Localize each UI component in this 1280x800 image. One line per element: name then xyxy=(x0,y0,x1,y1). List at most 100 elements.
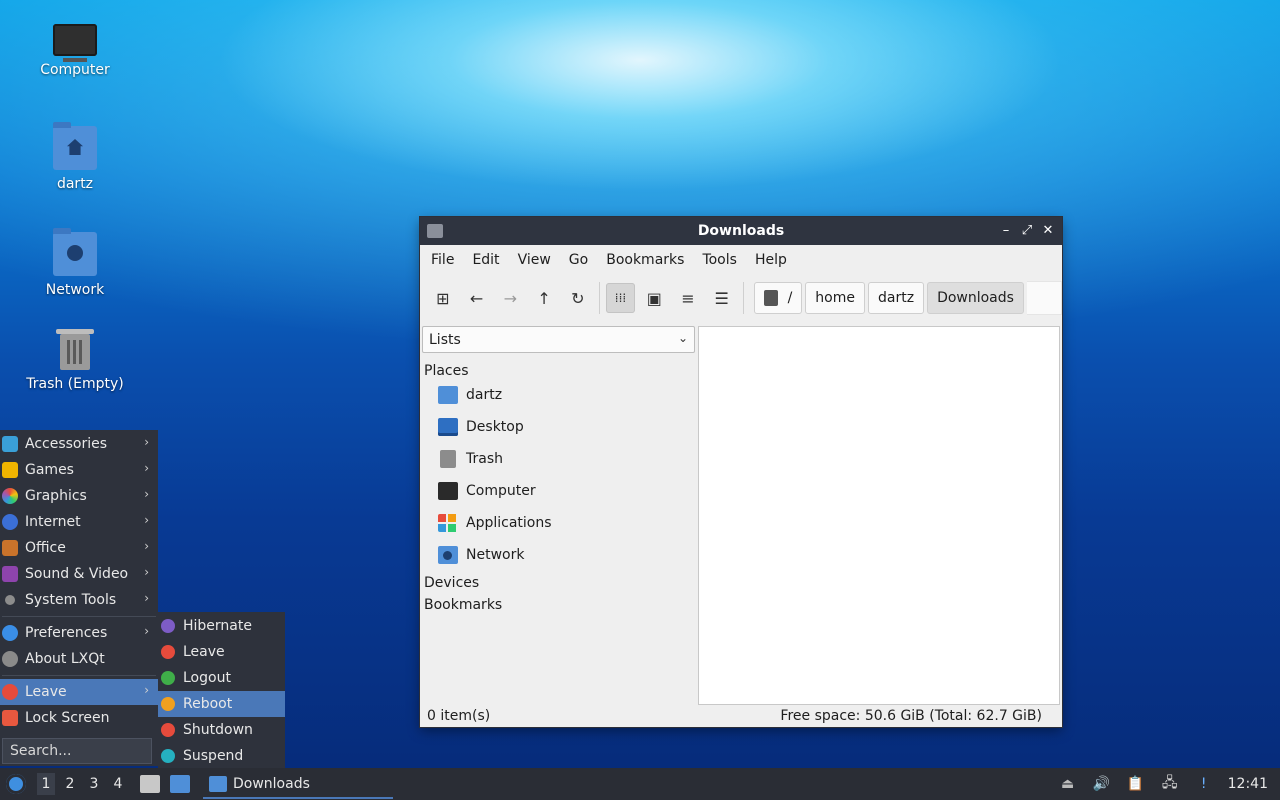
desktop-icon-label: Network xyxy=(45,282,105,298)
desktop-switch-1[interactable]: 1 xyxy=(37,773,55,795)
submenu-suspend[interactable]: Suspend xyxy=(158,743,285,769)
free-space: Free space: 50.6 GiB (Total: 62.7 GiB) xyxy=(780,708,1042,724)
start-menu-button[interactable] xyxy=(6,774,26,794)
menu-tools[interactable]: Tools xyxy=(695,252,744,268)
forward-button[interactable]: → xyxy=(495,283,525,313)
menu-about[interactable]: About LXQt xyxy=(0,646,158,672)
menu-sound-video[interactable]: Sound & Video › xyxy=(0,561,158,587)
breadcrumb-downloads[interactable]: Downloads xyxy=(927,282,1024,314)
thumbnail-view-button[interactable]: ▣ xyxy=(639,283,669,313)
menu-lock-screen[interactable]: Lock Screen xyxy=(0,705,158,731)
desktop-icon-home-folder[interactable]: dartz xyxy=(20,122,130,192)
network-folder-icon xyxy=(53,228,97,276)
menu-graphics[interactable]: Graphics › xyxy=(0,483,158,509)
close-button[interactable]: ✕ xyxy=(1038,221,1058,241)
menu-view[interactable]: View xyxy=(511,252,558,268)
menu-games[interactable]: Games › xyxy=(0,457,158,483)
place-label: Computer xyxy=(466,483,536,499)
arrow-up-icon: ↑ xyxy=(537,288,551,308)
desktop-switch-2[interactable]: 2 xyxy=(58,776,82,792)
menu-office[interactable]: Office › xyxy=(0,535,158,561)
back-button[interactable]: ← xyxy=(462,283,492,313)
menu-label: About LXQt xyxy=(25,651,105,667)
menu-file[interactable]: File xyxy=(424,252,461,268)
taskbar-task-downloads[interactable]: Downloads xyxy=(203,769,393,799)
menu-search-input[interactable]: Search... xyxy=(2,738,152,764)
place-trash[interactable]: Trash xyxy=(422,443,695,475)
places-header[interactable]: Places xyxy=(422,363,695,379)
menu-preferences[interactable]: Preferences › xyxy=(0,620,158,646)
new-tab-button[interactable]: ⊞ xyxy=(428,283,458,313)
bookmarks-header[interactable]: Bookmarks xyxy=(422,597,695,613)
suspend-icon xyxy=(161,749,175,763)
icon-view-button[interactable]: ⁞⁞⁞ xyxy=(605,283,636,313)
menu-edit[interactable]: Edit xyxy=(465,252,506,268)
menu-leave[interactable]: Leave › xyxy=(0,679,158,705)
trash-icon xyxy=(56,329,94,370)
devices-header[interactable]: Devices xyxy=(422,575,695,591)
breadcrumb-dartz[interactable]: dartz xyxy=(868,282,925,314)
sound-video-icon xyxy=(2,566,18,582)
place-computer[interactable]: Computer xyxy=(422,475,695,507)
window-titlebar[interactable]: Downloads – ⤢ ✕ xyxy=(420,217,1062,245)
task-label: Downloads xyxy=(233,776,310,792)
desktop-switch-3[interactable]: 3 xyxy=(82,776,106,792)
desktop-switch-4[interactable]: 4 xyxy=(106,776,130,792)
image-icon: ▣ xyxy=(646,288,662,308)
info-icon xyxy=(2,651,18,667)
toolbar-separator xyxy=(742,282,744,314)
submenu-label: Logout xyxy=(183,670,231,686)
submenu-leave[interactable]: Leave xyxy=(158,639,285,665)
folder-view[interactable] xyxy=(698,326,1060,705)
menu-bookmarks[interactable]: Bookmarks xyxy=(599,252,691,268)
menu-accessories[interactable]: Accessories › xyxy=(0,431,158,457)
menu-system-tools[interactable]: System Tools › xyxy=(0,587,158,613)
volume-icon[interactable]: 🔊 xyxy=(1092,775,1112,793)
menu-help[interactable]: Help xyxy=(748,252,794,268)
submenu-label: Suspend xyxy=(183,748,244,764)
submenu-shutdown[interactable]: Shutdown xyxy=(158,717,285,743)
maximize-button[interactable]: ⤢ xyxy=(1017,221,1037,241)
toolbar-separator xyxy=(598,282,600,314)
internet-icon xyxy=(2,514,18,530)
side-pane: Lists ⌄ Places dartz Desktop Trash Compu… xyxy=(422,326,695,705)
compact-view-button[interactable]: ≡ xyxy=(673,283,703,313)
submenu-hibernate[interactable]: Hibernate xyxy=(158,613,285,639)
hibernate-icon xyxy=(161,619,175,633)
breadcrumb-root[interactable]: / xyxy=(753,282,803,314)
notification-icon[interactable]: ! xyxy=(1194,775,1214,793)
drive-icon xyxy=(763,290,778,306)
menu-go[interactable]: Go xyxy=(562,252,595,268)
desktop-icon-trash[interactable]: Trash (Empty) xyxy=(20,329,130,392)
place-desktop[interactable]: Desktop xyxy=(422,411,695,443)
submenu-logout[interactable]: Logout xyxy=(158,665,285,691)
minimize-button[interactable]: – xyxy=(996,221,1016,241)
system-tools-icon xyxy=(5,595,15,605)
breadcrumb-home[interactable]: home xyxy=(805,282,865,314)
application-menu: Accessories › Games › Graphics › Interne… xyxy=(0,430,158,766)
file-manager-launcher-icon[interactable] xyxy=(140,775,160,793)
place-applications[interactable]: Applications xyxy=(422,507,695,539)
detail-list-icon: ☰ xyxy=(714,288,729,308)
desktop-icon-computer[interactable]: Computer xyxy=(20,18,130,78)
clock[interactable]: 12:41 xyxy=(1228,776,1268,792)
menu-internet[interactable]: Internet › xyxy=(0,509,158,535)
window-body: Lists ⌄ Places dartz Desktop Trash Compu… xyxy=(420,321,1062,705)
eject-icon[interactable]: ⏏ xyxy=(1058,775,1078,793)
desktop-icon-network[interactable]: Network xyxy=(20,228,130,298)
menu-label: Preferences xyxy=(25,625,108,641)
reload-button[interactable]: ↻ xyxy=(563,283,593,313)
up-button[interactable]: ↑ xyxy=(529,283,559,313)
chevron-down-icon: ⌄ xyxy=(677,331,688,345)
place-dartz[interactable]: dartz xyxy=(422,379,695,411)
menu-label: System Tools xyxy=(25,592,117,608)
place-network[interactable]: Network xyxy=(422,539,695,571)
side-pane-mode-select[interactable]: Lists ⌄ xyxy=(422,326,695,353)
clipboard-icon[interactable]: 📋 xyxy=(1126,775,1146,793)
network-icon[interactable]: 🖧 xyxy=(1160,775,1180,793)
submenu-reboot[interactable]: Reboot xyxy=(158,691,285,717)
show-desktop-icon[interactable] xyxy=(170,775,190,793)
toolbar: ⊞ ← → ↑ ↻ ⁞⁞⁞ ▣ ≡ ☰ / home dartz Downloa… xyxy=(420,275,1062,321)
grid-icon: ⁞⁞⁞ xyxy=(614,291,627,305)
detailed-view-button[interactable]: ☰ xyxy=(707,283,737,313)
